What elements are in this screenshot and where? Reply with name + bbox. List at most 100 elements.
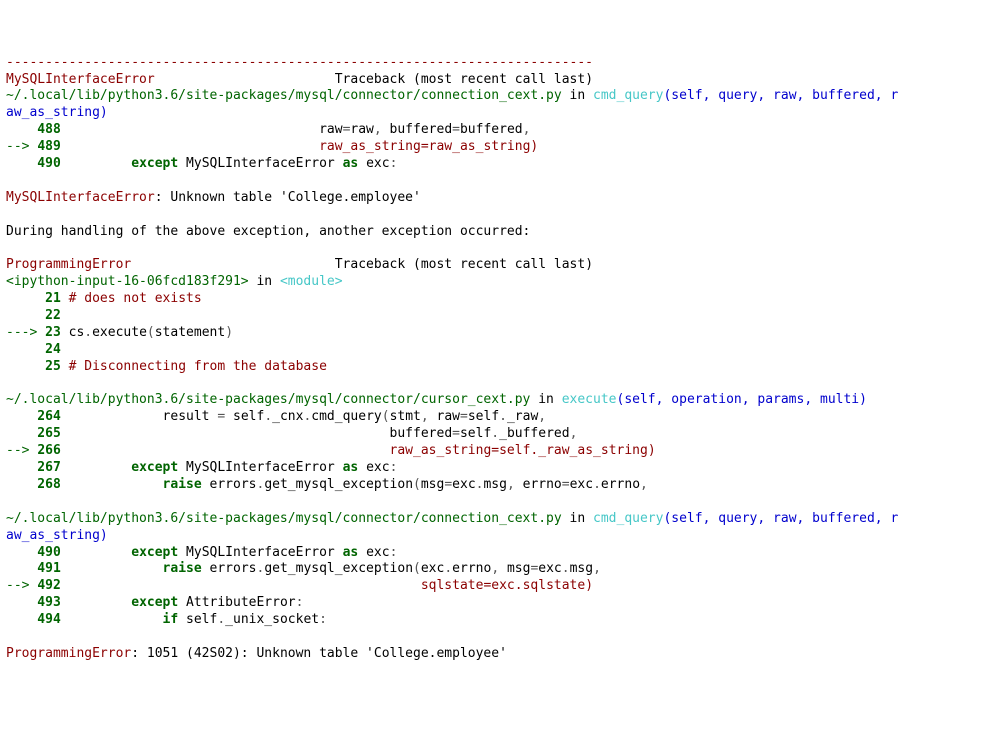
- code: _raw: [507, 409, 538, 424]
- keyword: as: [343, 460, 359, 475]
- code: self: [178, 612, 217, 627]
- file-path: ~/.local/lib/python3.6/site-packages/mys…: [6, 511, 562, 526]
- colon: :: [296, 595, 304, 610]
- paren: (: [147, 325, 155, 340]
- separator-line: ----------------------------------------…: [6, 55, 593, 70]
- code: _buffered: [499, 426, 569, 441]
- code: get_mysql_exception: [264, 561, 413, 576]
- code: stmt: [390, 409, 421, 424]
- function-signature: (self, query, raw, buffered, r: [663, 511, 898, 526]
- keyword: raise: [163, 477, 202, 492]
- code: raw_as_string: [429, 139, 531, 154]
- code: errors: [202, 477, 257, 492]
- code: self: [468, 409, 499, 424]
- code: msg: [570, 561, 593, 576]
- code: raw: [350, 122, 373, 137]
- line-number: 25: [6, 359, 69, 374]
- current-line-arrow: --->: [6, 325, 45, 340]
- code: exc: [570, 477, 593, 492]
- line-number: 488: [6, 122, 69, 137]
- code: buffered: [390, 426, 453, 441]
- keyword: as: [343, 545, 359, 560]
- function-name: cmd_query: [593, 88, 663, 103]
- comment: # Disconnecting from the database: [69, 359, 327, 374]
- code: exc: [421, 561, 444, 576]
- indent: [69, 612, 163, 627]
- line-number: 494: [6, 612, 69, 627]
- line-number: 489: [37, 139, 68, 154]
- code: msg: [421, 477, 444, 492]
- paren: ): [648, 443, 656, 458]
- code: raw_as_string: [319, 139, 421, 154]
- code: statement: [155, 325, 225, 340]
- code: exc: [452, 477, 475, 492]
- operator: =: [452, 426, 460, 441]
- dot: .: [593, 477, 601, 492]
- indent: [69, 156, 132, 171]
- padding: [131, 257, 335, 272]
- line-number: 493: [6, 595, 69, 610]
- code: MySQLInterfaceError: [186, 156, 343, 171]
- comment: # does not exists: [69, 291, 202, 306]
- code: result: [69, 409, 218, 424]
- comma: ,: [523, 122, 531, 137]
- function-signature-wrap: aw_as_string): [6, 528, 108, 543]
- colon: :: [390, 460, 398, 475]
- in-keyword: in: [530, 392, 561, 407]
- error-class-name: ProgrammingError: [6, 646, 131, 661]
- code: get_mysql_exception: [264, 477, 413, 492]
- code: AttributeError: [178, 595, 295, 610]
- comma: ,: [507, 477, 523, 492]
- code: _cnx: [272, 409, 303, 424]
- space: [178, 156, 186, 171]
- code: raw: [69, 122, 343, 137]
- code: _raw_as_string: [538, 443, 648, 458]
- code: execute: [92, 325, 147, 340]
- keyword: except: [131, 460, 178, 475]
- line-number: 266: [37, 443, 68, 458]
- keyword: except: [131, 156, 178, 171]
- operator: =: [460, 409, 468, 424]
- indent: [69, 595, 132, 610]
- line-number: 491: [6, 561, 69, 576]
- comma: ,: [570, 426, 578, 441]
- dot: .: [84, 325, 92, 340]
- dot: .: [444, 561, 452, 576]
- dot: .: [491, 426, 499, 441]
- line-number: 490: [6, 156, 69, 171]
- dot: .: [562, 561, 570, 576]
- operator: =: [562, 477, 570, 492]
- error-class-name: ProgrammingError: [6, 257, 131, 272]
- dot: .: [515, 578, 523, 593]
- code: exc: [358, 545, 389, 560]
- indent: [69, 460, 132, 475]
- comma: ,: [538, 409, 546, 424]
- colon: :: [390, 156, 398, 171]
- operator: =: [452, 122, 460, 137]
- code: errno: [523, 477, 562, 492]
- paren: ): [225, 325, 233, 340]
- code: errno: [601, 477, 640, 492]
- line-number: 267: [6, 460, 69, 475]
- comma: ,: [640, 477, 648, 492]
- in-keyword: in: [562, 88, 593, 103]
- code: self: [499, 443, 530, 458]
- keyword: if: [163, 612, 179, 627]
- indent: [69, 426, 390, 441]
- comma: ,: [374, 122, 390, 137]
- keyword: raise: [163, 561, 202, 576]
- line-number: 265: [6, 426, 69, 441]
- space: [358, 156, 366, 171]
- code: cs: [69, 325, 85, 340]
- line-number: 22: [6, 308, 69, 323]
- comma: ,: [593, 561, 601, 576]
- function-signature: (self, query, raw, buffered, r: [663, 88, 898, 103]
- in-keyword: in: [562, 511, 593, 526]
- comma: ,: [421, 409, 437, 424]
- code: cmd_query: [311, 409, 381, 424]
- operator: =: [217, 409, 225, 424]
- function-signature-wrap: aw_as_string): [6, 105, 108, 120]
- indent: [69, 443, 390, 458]
- code: exc: [491, 578, 514, 593]
- padding: [155, 72, 335, 87]
